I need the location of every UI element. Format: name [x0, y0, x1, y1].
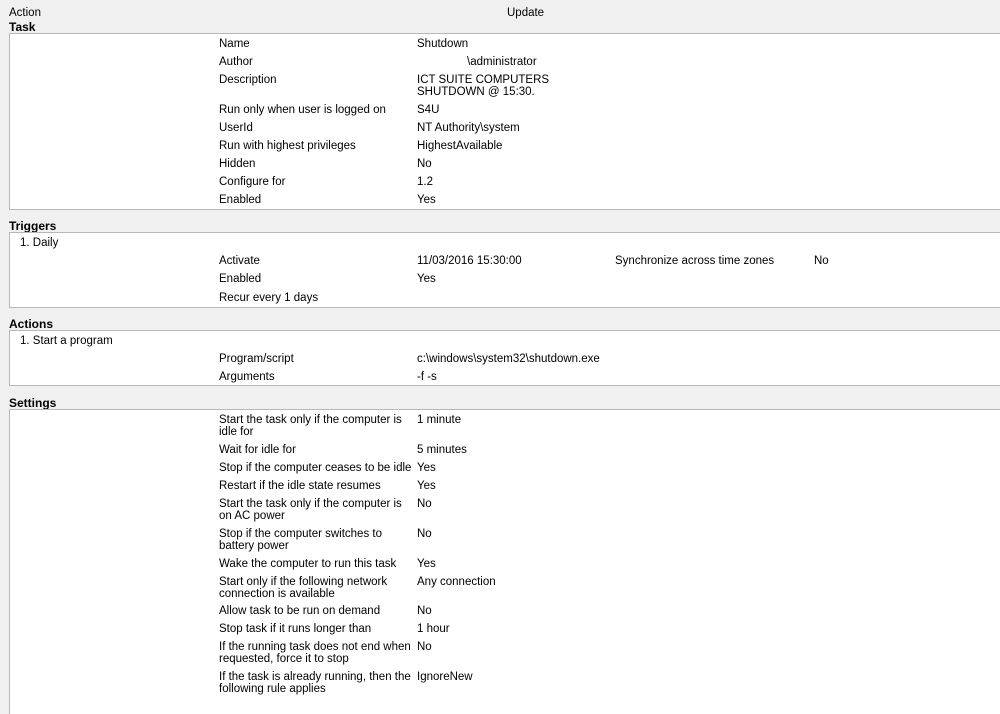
setting-label-force-stop: If the running task does not end when — [219, 641, 411, 653]
task-value-description-line1: ICT SUITE COMPUTERS — [417, 74, 550, 86]
action-label-arguments: Arguments — [219, 371, 275, 383]
setting-label-idle-start-line2: idle for — [219, 426, 254, 438]
setting-label-ac-power: Start the task only if the computer is — [219, 498, 402, 510]
actions-section-title: Actions — [9, 317, 54, 331]
setting-value-idle-start: 1 minute — [417, 414, 462, 426]
setting-value-battery: No — [417, 528, 432, 540]
trigger-item-daily: 1. Daily — [20, 237, 59, 249]
settings-section-panel — [9, 409, 1000, 714]
action-item-start-program: 1. Start a program — [20, 335, 113, 347]
task-label-enabled: Enabled — [219, 194, 262, 206]
task-label-userid: UserId — [219, 122, 253, 134]
setting-value-stop-idle: Yes — [417, 462, 436, 474]
setting-value-already-running: IgnoreNew — [417, 671, 473, 683]
trigger-label-recur: Recur every 1 days — [219, 292, 319, 304]
setting-label-on-demand: Allow task to be run on demand — [219, 605, 381, 617]
setting-label-battery-line2: battery power — [219, 540, 289, 552]
setting-label-network: Start only if the following network — [219, 576, 388, 588]
trigger-value-synchronize: No — [814, 255, 829, 267]
setting-value-on-demand: No — [417, 605, 432, 617]
task-label-run-only-logged-on: Run only when user is logged on — [219, 104, 386, 116]
trigger-label-synchronize: Synchronize across time zones — [615, 255, 775, 267]
action-value-arguments: -f -s — [417, 371, 437, 383]
setting-label-stop-idle: Stop if the computer ceases to be idle — [219, 462, 412, 474]
setting-label-restart-idle: Restart if the idle state resumes — [219, 480, 381, 492]
task-label-name: Name — [219, 38, 250, 50]
task-value-enabled: Yes — [417, 194, 436, 206]
triggers-section-panel — [9, 232, 1000, 308]
task-value-run-only-logged-on: S4U — [417, 104, 440, 116]
task-value-highest-privileges: HighestAvailable — [417, 140, 503, 152]
setting-value-force-stop: No — [417, 641, 432, 653]
trigger-label-enabled: Enabled — [219, 273, 262, 285]
setting-label-network-line2: connection is available — [219, 588, 335, 600]
action-label-program-script: Program/script — [219, 353, 294, 365]
task-section-title: Task — [9, 20, 36, 34]
setting-value-ac-power: No — [417, 498, 432, 510]
update-header-label: Update — [507, 7, 545, 19]
setting-label-wait-idle: Wait for idle for — [219, 444, 296, 456]
setting-value-restart-idle: Yes — [417, 480, 436, 492]
task-value-author: \administrator — [467, 56, 537, 68]
task-value-userid: NT Authority\system — [417, 122, 520, 134]
trigger-value-activate: 11/03/2016 15:30:00 — [417, 255, 522, 267]
action-header-label: Action — [9, 7, 41, 19]
setting-value-wait-idle: 5 minutes — [417, 444, 467, 456]
task-label-highest-privileges: Run with highest privileges — [219, 140, 356, 152]
task-label-author: Author — [219, 56, 253, 68]
task-value-hidden: No — [417, 158, 432, 170]
triggers-section-title: Triggers — [9, 219, 57, 233]
action-value-program-script: c:\windows\system32\shutdown.exe — [417, 353, 600, 365]
task-label-configure-for: Configure for — [219, 176, 286, 188]
task-value-configure-for: 1.2 — [417, 176, 433, 188]
setting-label-stop-longer: Stop task if it runs longer than — [219, 623, 372, 635]
trigger-label-activate: Activate — [219, 255, 260, 267]
task-label-description: Description — [219, 74, 277, 86]
task-label-hidden: Hidden — [219, 158, 256, 170]
settings-section-title: Settings — [9, 396, 57, 410]
setting-label-force-stop-line2: requested, force it to stop — [219, 653, 349, 665]
setting-label-ac-power-line2: on AC power — [219, 510, 285, 522]
setting-label-already-running-line2: following rule applies — [219, 683, 326, 695]
task-value-name: Shutdown — [417, 38, 469, 50]
trigger-value-enabled: Yes — [417, 273, 436, 285]
setting-label-wake: Wake the computer to run this task — [219, 558, 397, 570]
setting-value-network: Any connection — [417, 576, 496, 588]
setting-label-idle-start: Start the task only if the computer is — [219, 414, 402, 426]
setting-label-already-running: If the task is already running, then the — [219, 671, 411, 683]
setting-value-stop-longer: 1 hour — [417, 623, 450, 635]
setting-value-wake: Yes — [417, 558, 436, 570]
task-value-description-line2: SHUTDOWN @ 15:30. — [417, 86, 535, 98]
setting-label-battery: Stop if the computer switches to — [219, 528, 382, 540]
